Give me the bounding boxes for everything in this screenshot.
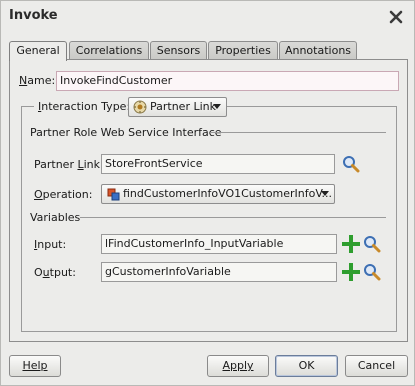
interaction-type-label: Interaction Type: — [34, 100, 135, 114]
output-label: Output: — [34, 266, 76, 279]
name-label-rest: ame: — [27, 74, 56, 87]
operation-combo[interactable]: findCustomerInfoVO1CustomerInfoV... — [101, 184, 335, 204]
partner-role-separator — [210, 132, 386, 133]
name-label: Name: — [19, 74, 56, 87]
operation-icon — [107, 188, 120, 201]
output-label-a: O — [34, 266, 43, 279]
variables-separator — [80, 217, 386, 218]
tab-sensors[interactable]: Sensors — [150, 41, 207, 60]
partner-role-heading: Partner Role Web Service Interface — [30, 126, 222, 139]
tab-general[interactable]: General — [9, 41, 67, 61]
input-variable-field[interactable]: lFindCustomerInfo_InputVariable — [101, 234, 337, 254]
partner-link-label-a: Partner — [34, 158, 78, 171]
partner-link-field[interactable]: StoreFrontService — [101, 154, 335, 174]
add-icon[interactable] — [342, 235, 360, 253]
chevron-down-icon — [213, 104, 221, 109]
dialog-title: Invoke — [9, 8, 58, 23]
apply-button[interactable]: Apply — [207, 355, 269, 377]
interaction-type-label-rest: nteraction Type: — [41, 100, 131, 113]
close-icon[interactable] — [388, 9, 404, 25]
chevron-down-icon — [321, 191, 329, 196]
operation-label: Operation: — [34, 188, 93, 201]
search-icon[interactable] — [363, 235, 381, 253]
partner-link-label: Partner Link: — [34, 158, 104, 171]
output-label-b: tput: — [49, 266, 76, 279]
search-icon[interactable] — [363, 263, 381, 281]
name-field[interactable]: InvokeFindCustomer — [56, 71, 399, 91]
input-label-rest: nput: — [37, 238, 67, 251]
interaction-type-value: Partner Link — [150, 100, 216, 113]
tab-correlations[interactable]: Correlations — [69, 41, 149, 60]
help-button[interactable]: Help — [9, 355, 61, 377]
search-icon[interactable] — [342, 155, 360, 173]
add-icon[interactable] — [342, 263, 360, 281]
tab-properties[interactable]: Properties — [208, 41, 278, 60]
help-button-label: Help — [22, 359, 48, 372]
apply-button-label: Apply — [222, 359, 254, 372]
interaction-type-combo[interactable]: Partner Link — [128, 97, 227, 117]
invoke-dialog: Invoke General Correlations Sensors Prop… — [0, 0, 415, 386]
partner-link-icon — [133, 100, 147, 114]
tab-annotations[interactable]: Annotations — [279, 41, 357, 60]
output-variable-field[interactable]: gCustomerInfoVariable — [101, 262, 337, 282]
operation-value: findCustomerInfoVO1CustomerInfoV... — [123, 187, 332, 200]
input-label: Input: — [34, 238, 67, 251]
ok-button[interactable]: OK — [275, 355, 338, 377]
cancel-button[interactable]: Cancel — [345, 355, 408, 377]
variables-heading: Variables — [30, 211, 81, 224]
operation-label-rest: peration: — [42, 188, 93, 201]
general-tab-panel: Name: InvokeFindCustomer Interaction Typ… — [9, 59, 408, 342]
